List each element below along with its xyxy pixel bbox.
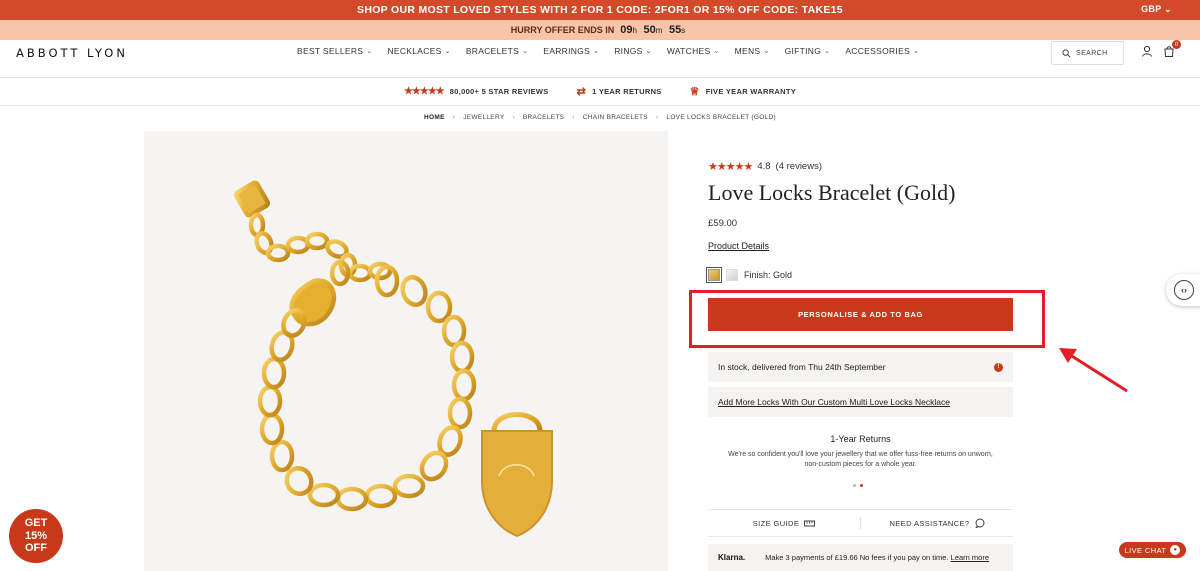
code-brackets-icon: ‹› xyxy=(1174,280,1194,300)
chat-icon: ● xyxy=(1170,545,1181,555)
personalise-add-to-bag-button[interactable]: PERSONALISE & ADD TO BAG xyxy=(708,298,1013,331)
search-button[interactable]: SEARCH xyxy=(1051,41,1124,65)
carousel-dots xyxy=(853,484,863,487)
search-label: SEARCH xyxy=(1076,49,1108,57)
returns-title: 1-Year Returns xyxy=(830,434,891,444)
nav-watches[interactable]: WATCHES ⌄ xyxy=(667,46,720,56)
breadcrumb-home[interactable]: HOME xyxy=(424,114,445,121)
info-icon[interactable]: ! xyxy=(994,362,1003,372)
chevron-down-icon: ⌄ xyxy=(522,48,529,55)
chevron-down-icon: ⌄ xyxy=(763,48,770,55)
annotation-arrow xyxy=(1059,348,1128,393)
live-chat-button[interactable]: LIVE CHAT ● xyxy=(1119,542,1186,558)
breadcrumb-bracelets[interactable]: BRACELETS xyxy=(523,114,564,121)
usp-warranty: ♕ FIVE YEAR WARRANTY xyxy=(689,86,797,98)
stock-status: In stock, delivered from Thu 24th Septem… xyxy=(708,352,1013,382)
warranty-icon: ♕ xyxy=(689,86,700,98)
discount-badge[interactable]: GET 15% OFF xyxy=(9,509,63,563)
breadcrumb-jewellery[interactable]: JEWELLERY xyxy=(463,114,504,121)
countdown-minutes: 50 xyxy=(643,24,656,36)
nav-bracelets[interactable]: BRACELETS ⌄ xyxy=(466,46,528,56)
stars-icon: ★★★★★ xyxy=(403,86,445,97)
product-price: £59.00 xyxy=(708,218,738,229)
countdown-seconds: 55 xyxy=(668,24,682,36)
account-icon[interactable] xyxy=(1141,45,1153,57)
chevron-down-icon: ⌄ xyxy=(593,48,600,55)
breadcrumb-current: LOVE LOCKS BRACELET (GOLD) xyxy=(666,114,776,121)
chevron-down-icon: ⌄ xyxy=(1164,4,1172,14)
nav-gifting[interactable]: GIFTING ⌄ xyxy=(785,46,831,56)
product-title: Love Locks Bracelet (Gold) xyxy=(708,180,956,205)
chevron-down-icon: ⌄ xyxy=(824,48,831,55)
countdown-hours: 09 xyxy=(620,24,633,36)
countdown-bar: HURRY OFFER ENDS IN 09h 50m 55s xyxy=(0,20,1200,40)
breadcrumb: HOME › JEWELLERY › BRACELETS › CHAIN BRA… xyxy=(0,114,1200,121)
accessibility-widget[interactable]: ‹› xyxy=(1166,274,1200,306)
returns-text: We're so confident you'll love your jewe… xyxy=(728,451,993,469)
site-header: ABBOTT LYON BEST SELLERS ⌄ NECKLACES ⌄ BRA… xyxy=(0,40,1200,78)
returns-icon: ⇄ xyxy=(576,86,587,98)
nav-necklaces[interactable]: NECKLACES ⌄ xyxy=(387,46,450,56)
returns-info: 1-Year Returns We're so confident you'll… xyxy=(708,434,1013,470)
usp-returns: ⇄ 1 YEAR RETURNS xyxy=(576,86,662,98)
currency-selector[interactable]: GBP ⌄ xyxy=(1141,4,1172,15)
usp-reviews[interactable]: ★★★★★ 80,000+ 5 STAR REVIEWS xyxy=(404,86,549,97)
add-locks-link[interactable]: Add More Locks With Our Custom Multi Lov… xyxy=(708,387,1013,417)
size-guide-button[interactable]: SIZE GUIDE xyxy=(708,519,860,528)
nav-mens[interactable]: MENS ⌄ xyxy=(735,46,770,56)
promo-text: SHOP OUR MOST LOVED STYLES WITH 2 FOR 1 … xyxy=(357,4,843,16)
review-count: (4 reviews) xyxy=(775,161,822,172)
search-icon xyxy=(1062,48,1071,57)
product-image[interactable] xyxy=(144,131,668,571)
klarna-learn-more-link[interactable]: Learn more xyxy=(951,553,989,562)
bag-count-badge: 0 xyxy=(1172,40,1181,49)
main-nav: BEST SELLERS ⌄ NECKLACES ⌄ BRACELETS ⌄ EARR… xyxy=(297,46,919,56)
rating-value: 4.8 xyxy=(757,161,771,172)
chevron-right-icon: › xyxy=(512,114,515,121)
chevron-right-icon: › xyxy=(655,114,659,121)
klarna-logo: Klarna. xyxy=(718,553,746,562)
klarna-text: Make 3 payments of £19.66 No fees if you… xyxy=(765,553,990,562)
chevron-down-icon: ⌄ xyxy=(713,48,720,55)
finish-swatch-silver[interactable] xyxy=(726,269,738,281)
bracelet-image xyxy=(233,180,553,538)
ruler-icon xyxy=(804,520,816,527)
breadcrumb-chain-bracelets[interactable]: CHAIN BRACELETS xyxy=(583,114,648,121)
klarna-banner: Klarna. Make 3 payments of £19.66 No fee… xyxy=(708,544,1013,571)
help-row: SIZE GUIDE NEED ASSISTANCE? xyxy=(708,509,1013,537)
usp-bar: ★★★★★ 80,000+ 5 STAR REVIEWS ⇄ 1 YEAR RE… xyxy=(0,78,1200,106)
chevron-down-icon: ⌄ xyxy=(645,48,652,55)
carousel-dot-active[interactable] xyxy=(860,484,863,487)
nav-earrings[interactable]: EARRINGS ⌄ xyxy=(543,46,599,56)
promo-banner[interactable]: SHOP OUR MOST LOVED STYLES WITH 2 FOR 1 … xyxy=(0,0,1200,20)
carousel-dot[interactable] xyxy=(853,484,856,487)
logo[interactable]: ABBOTT LYON xyxy=(16,46,128,60)
chevron-down-icon: ⌄ xyxy=(913,48,920,55)
chevron-right-icon: › xyxy=(452,114,456,121)
stock-text: In stock, delivered from Thu 24th Septem… xyxy=(718,362,886,372)
need-assistance-button[interactable]: NEED ASSISTANCE? xyxy=(861,518,1013,528)
product-details-link[interactable]: Product Details xyxy=(708,241,769,251)
finish-label: Finish: Gold xyxy=(744,270,793,280)
chat-bubble-icon xyxy=(974,518,984,528)
chevron-down-icon: ⌄ xyxy=(366,48,373,55)
product-rating[interactable]: ★★★★★ 4.8 (4 reviews) xyxy=(708,160,1013,173)
finish-swatch-gold[interactable] xyxy=(706,267,722,283)
chevron-right-icon: › xyxy=(572,114,575,121)
chevron-down-icon: ⌄ xyxy=(444,48,451,55)
nav-best-sellers[interactable]: BEST SELLERS ⌄ xyxy=(297,46,372,56)
product-info: ★★★★★ 4.8 (4 reviews) Love Locks Bracele… xyxy=(706,160,1013,283)
finish-selector: Finish: Gold xyxy=(706,267,1013,283)
rating-stars-icon: ★★★★★ xyxy=(708,161,753,173)
countdown-label: HURRY OFFER ENDS IN xyxy=(510,25,615,35)
nav-rings[interactable]: RINGS ⌄ xyxy=(614,46,652,56)
nav-accessories[interactable]: ACCESSORIES ⌄ xyxy=(845,46,919,56)
